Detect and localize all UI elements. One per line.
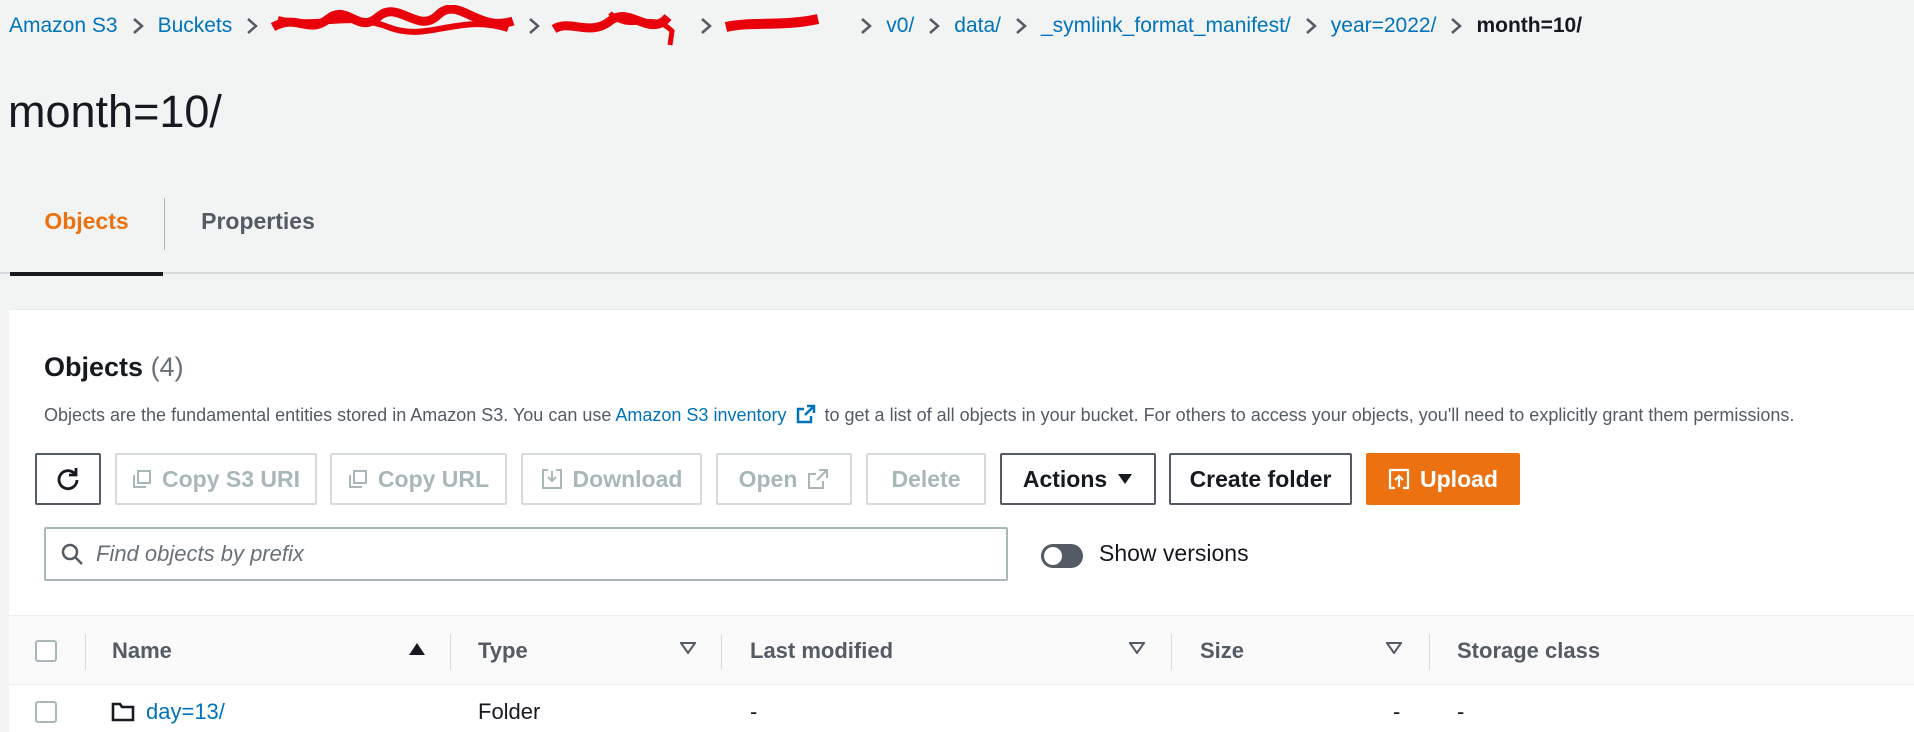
chevron-right-icon bbox=[846, 17, 886, 35]
chevron-right-icon bbox=[232, 17, 272, 35]
redaction-scribble bbox=[551, 11, 675, 46]
breadcrumb-data[interactable]: data/ bbox=[954, 14, 1001, 38]
column-divider bbox=[450, 634, 451, 670]
sort-icon[interactable] bbox=[1129, 642, 1145, 654]
objects-count: (4) bbox=[150, 352, 184, 382]
objects-heading: Objects (4) bbox=[44, 352, 184, 383]
row-type: Folder bbox=[478, 699, 541, 724]
sort-icon[interactable] bbox=[680, 642, 696, 654]
breadcrumb-redacted-prefix[interactable] bbox=[551, 11, 686, 46]
column-header-last-modified[interactable]: Last modified bbox=[750, 638, 893, 664]
upload-icon bbox=[1388, 468, 1410, 490]
external-link-icon[interactable] bbox=[796, 404, 816, 424]
redaction-scribble bbox=[271, 5, 515, 35]
copy-url-label: Copy URL bbox=[377, 465, 490, 492]
breadcrumb-current: month=10/ bbox=[1476, 14, 1583, 37]
column-divider bbox=[1429, 634, 1430, 670]
description-text-before: Objects are the fundamental entities sto… bbox=[44, 405, 612, 425]
open-button[interactable]: Open bbox=[716, 453, 852, 505]
column-header-size[interactable]: Size bbox=[1200, 638, 1244, 664]
column-header-type[interactable]: Type bbox=[478, 638, 528, 664]
copy-s3-uri-label: Copy S3 URI bbox=[161, 465, 301, 492]
create-folder-label: Create folder bbox=[1189, 465, 1332, 492]
column-divider bbox=[1171, 634, 1172, 670]
breadcrumb-buckets[interactable]: Buckets bbox=[158, 14, 233, 38]
open-label: Open bbox=[738, 465, 798, 492]
tab-divider bbox=[164, 198, 165, 250]
breadcrumb-year[interactable]: year=2022/ bbox=[1331, 14, 1437, 38]
copy-s3-uri-button[interactable]: Copy S3 URI bbox=[115, 453, 317, 505]
row-size: - bbox=[1393, 699, 1401, 724]
chevron-right-icon bbox=[1001, 17, 1041, 35]
breadcrumb: Amazon S3 Buckets v0/ data/ _symlink_for… bbox=[9, 5, 1583, 46]
row-checkbox[interactable] bbox=[35, 701, 57, 723]
table-row: day=13/ Folder - - - bbox=[9, 685, 1914, 732]
delete-label: Delete bbox=[891, 465, 961, 492]
table-header: Name Type Last modified Size Storage cla… bbox=[9, 615, 1914, 685]
create-folder-button[interactable]: Create folder bbox=[1169, 453, 1352, 505]
tab-properties[interactable]: Properties bbox=[183, 196, 333, 274]
tab-bar: Objects Properties bbox=[0, 196, 1914, 276]
download-button[interactable]: Download bbox=[521, 453, 702, 505]
objects-description: Objects are the fundamental entities sto… bbox=[44, 404, 1794, 426]
select-all-checkbox[interactable] bbox=[35, 640, 57, 662]
objects-heading-label: Objects bbox=[44, 352, 144, 382]
breadcrumb-amazon-s3[interactable]: Amazon S3 bbox=[9, 14, 118, 38]
caret-down-icon bbox=[1118, 474, 1133, 484]
chevron-right-icon bbox=[514, 17, 554, 35]
actions-label: Actions bbox=[1022, 465, 1108, 492]
objects-panel: Objects (4) Objects are the fundamental … bbox=[9, 309, 1914, 732]
tab-objects[interactable]: Objects bbox=[10, 196, 163, 276]
column-divider bbox=[721, 634, 722, 670]
chevron-right-icon bbox=[914, 17, 954, 35]
column-divider bbox=[85, 634, 86, 670]
breadcrumb-v0[interactable]: v0/ bbox=[886, 14, 914, 38]
search-input[interactable] bbox=[96, 541, 976, 567]
show-versions-toggle[interactable] bbox=[1041, 544, 1083, 568]
description-text-after: to get a list of all objects in your buc… bbox=[824, 405, 1795, 425]
column-header-storage-class[interactable]: Storage class bbox=[1457, 638, 1600, 664]
row-name-link[interactable]: day=13/ bbox=[146, 699, 225, 725]
row-storage-class: - bbox=[1457, 699, 1465, 724]
download-label: Download bbox=[572, 465, 683, 492]
sort-ascending-icon[interactable] bbox=[408, 642, 426, 656]
search-box bbox=[44, 527, 1008, 581]
copy-icon bbox=[348, 470, 367, 488]
refresh-button[interactable] bbox=[35, 453, 101, 505]
chevron-right-icon bbox=[1436, 17, 1476, 35]
chevron-right-icon bbox=[118, 17, 158, 35]
copy-icon bbox=[132, 470, 151, 488]
breadcrumb-symlink-format-manifest[interactable]: _symlink_format_manifest/ bbox=[1041, 14, 1291, 38]
row-last-modified: - bbox=[750, 699, 758, 724]
chevron-right-icon bbox=[686, 17, 726, 35]
search-icon bbox=[61, 543, 83, 565]
external-link-icon bbox=[808, 469, 829, 489]
folder-icon bbox=[111, 702, 135, 722]
upload-label: Upload bbox=[1420, 465, 1498, 492]
breadcrumb-redacted-bucket[interactable] bbox=[271, 5, 515, 37]
show-versions-label: Show versions bbox=[1099, 540, 1249, 566]
copy-url-button[interactable]: Copy URL bbox=[330, 453, 507, 505]
chevron-right-icon bbox=[1291, 17, 1331, 35]
s3-inventory-link[interactable]: Amazon S3 inventory bbox=[615, 405, 786, 425]
redaction-scribble bbox=[725, 14, 820, 32]
actions-dropdown-button[interactable]: Actions bbox=[1000, 453, 1156, 505]
download-icon bbox=[541, 469, 562, 489]
refresh-icon bbox=[57, 468, 79, 491]
sort-icon[interactable] bbox=[1386, 642, 1402, 654]
breadcrumb-redacted-prefix-2[interactable] bbox=[725, 14, 846, 37]
delete-button[interactable]: Delete bbox=[866, 453, 986, 505]
page-title: month=10/ bbox=[8, 86, 222, 137]
upload-button[interactable]: Upload bbox=[1366, 453, 1520, 505]
column-header-name[interactable]: Name bbox=[112, 638, 172, 664]
